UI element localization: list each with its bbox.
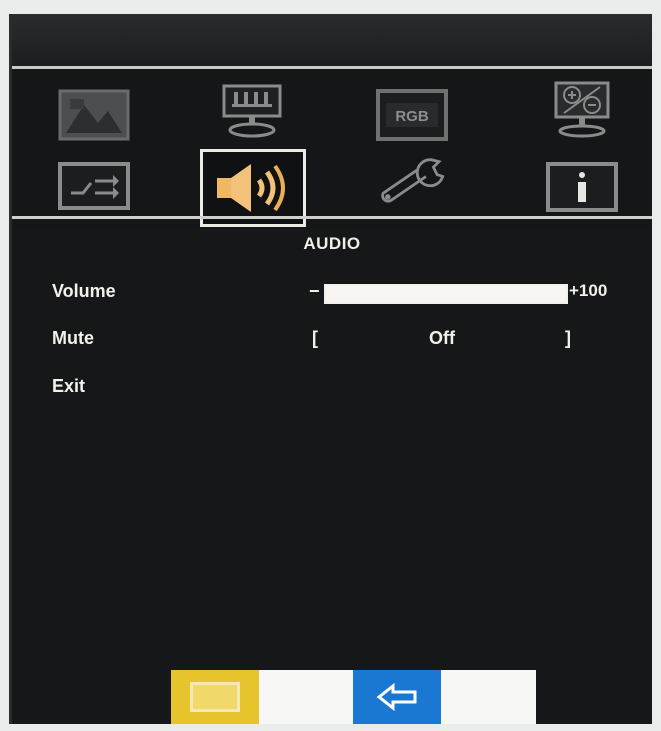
- volume-slider-fill: [326, 286, 566, 302]
- osd-frame: RGB AUDIO Volume − +100 Mute [Off] Exi…: [9, 14, 652, 724]
- menu-button[interactable]: [171, 670, 259, 724]
- volume-slider[interactable]: [324, 284, 568, 304]
- volume-value: +100: [569, 281, 608, 300]
- input-switch-icon[interactable]: [54, 155, 134, 219]
- volume-label[interactable]: Volume: [52, 281, 116, 302]
- title-bar: [12, 14, 652, 69]
- volume-minus: −: [309, 281, 320, 301]
- mute-value[interactable]: Off: [392, 328, 492, 349]
- back-arrow-icon: [376, 683, 417, 711]
- menu-icon-grid: RGB: [12, 69, 652, 229]
- menu-icon: [190, 682, 240, 712]
- picture-icon[interactable]: [54, 83, 134, 147]
- mute-label[interactable]: Mute: [52, 328, 94, 349]
- panel-title: AUDIO: [303, 234, 361, 253]
- wrench-icon[interactable]: [372, 151, 452, 215]
- color-adjust-icon[interactable]: [542, 77, 622, 141]
- menu-divider: [12, 216, 652, 219]
- rgb-icon[interactable]: RGB: [372, 83, 452, 147]
- exit-item[interactable]: Exit: [52, 376, 85, 397]
- bottom-bar: [171, 670, 536, 724]
- info-icon[interactable]: [542, 155, 622, 219]
- back-button[interactable]: [353, 670, 441, 724]
- display-icon[interactable]: [212, 79, 292, 143]
- rgb-text: RGB: [395, 108, 429, 125]
- mute-bracket-right: ]: [565, 328, 571, 348]
- mute-bracket-left: [: [312, 328, 318, 348]
